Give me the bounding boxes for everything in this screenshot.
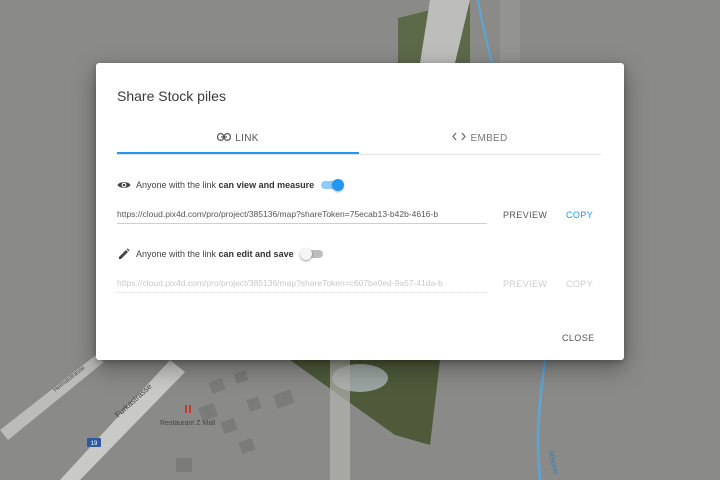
edit-permission-emphasis: can edit and save xyxy=(218,249,294,259)
share-tabs: LINK EMBED xyxy=(117,123,601,155)
edit-permission-row: Anyone with the link can edit and save xyxy=(117,247,323,261)
view-permission-toggle[interactable] xyxy=(321,179,345,191)
tab-embed-label: EMBED xyxy=(470,132,508,144)
place-label-restaurant: Restaurant Z Mall xyxy=(160,420,216,427)
view-permission-emphasis: can view and measure xyxy=(218,180,315,190)
eye-icon xyxy=(117,178,131,192)
edit-permission-label: Anyone with the link can edit and save xyxy=(136,249,294,259)
edit-permission-toggle[interactable] xyxy=(299,248,323,260)
active-tab-indicator xyxy=(117,152,359,154)
tab-link-label: LINK xyxy=(235,132,259,144)
view-permission-label: Anyone with the link can view and measur… xyxy=(136,180,314,190)
view-permission-row: Anyone with the link can view and measur… xyxy=(117,178,345,192)
pencil-icon xyxy=(117,247,131,261)
view-copy-button[interactable]: COPY xyxy=(566,210,593,220)
edit-share-url-field[interactable] xyxy=(117,274,487,293)
link-icon xyxy=(217,132,232,144)
view-permission-prefix: Anyone with the link xyxy=(136,180,219,190)
share-dialog: Share Stock piles LINK EMBED Anyone with… xyxy=(96,63,624,360)
tab-embed[interactable]: EMBED xyxy=(359,123,601,153)
view-preview-button[interactable]: PREVIEW xyxy=(503,210,547,220)
edit-preview-button[interactable]: PREVIEW xyxy=(503,279,547,289)
road-badge-label: 19 xyxy=(91,441,98,447)
code-icon xyxy=(452,132,467,144)
edit-copy-button[interactable]: COPY xyxy=(566,279,593,289)
tab-link[interactable]: LINK xyxy=(117,123,359,153)
close-button[interactable]: CLOSE xyxy=(562,333,595,343)
view-share-url-field[interactable] xyxy=(117,205,487,224)
edit-permission-prefix: Anyone with the link xyxy=(136,249,219,259)
dialog-title: Share Stock piles xyxy=(117,88,226,104)
